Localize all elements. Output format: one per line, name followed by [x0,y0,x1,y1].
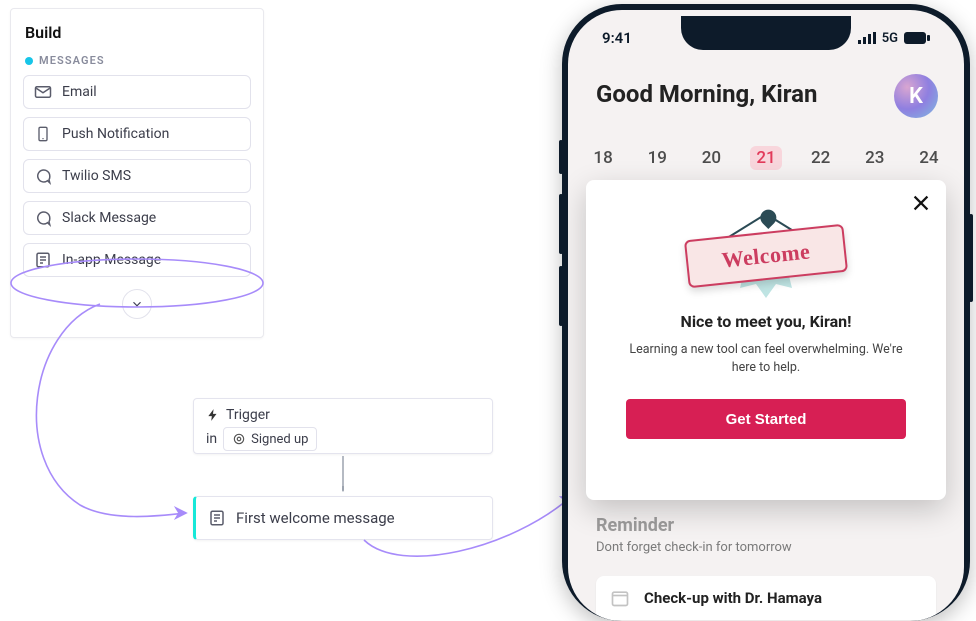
connector-line [342,456,344,494]
date-21-selected[interactable]: 21 [750,146,781,170]
message-item-label: Email [62,84,97,100]
trigger-card[interactable]: Trigger in Signed up [193,398,493,454]
avatar-initial: K [909,84,923,109]
date-24[interactable]: 24 [914,148,944,170]
date-19[interactable]: 19 [642,148,672,170]
message-type-inapp[interactable]: In-app Message [23,243,251,277]
side-button-icon [559,140,563,174]
section-label-text: MESSAGES [39,54,105,67]
trigger-chip[interactable]: Signed up [223,427,317,451]
status-bar: 9:41 5G [568,26,964,50]
date-row: 18 19 20 21 22 23 24 [588,148,944,170]
close-icon [910,192,932,214]
side-button-icon [559,194,563,254]
trigger-line-2: in Signed up [206,427,480,451]
sign-text: Welcome [721,238,812,273]
side-button-icon [559,266,563,326]
node-label: First welcome message [236,509,395,527]
build-title: Build [25,23,251,42]
message-type-email[interactable]: Email [23,75,251,109]
message-item-label: Push Notification [62,126,169,142]
expand-more-button[interactable] [122,289,152,319]
signal-icon [858,32,876,44]
chat-icon [34,167,52,185]
trigger-prefix: in [206,431,217,447]
reminder-subtitle: Dont forget check-in for tomorrow [596,540,792,555]
cta-label: Get Started [726,411,807,428]
status-indicators: 5G [858,31,930,46]
date-20[interactable]: 20 [696,148,726,170]
get-started-button[interactable]: Get Started [626,399,906,439]
greeting-text: Good Morning, Kiran [596,80,817,108]
status-network: 5G [882,31,898,46]
doc-icon [208,509,226,527]
envelope-icon [34,83,52,101]
trigger-label: Trigger [226,407,270,423]
avatar[interactable]: K [894,74,938,118]
message-type-push[interactable]: Push Notification [23,117,251,151]
sign-board: Welcome [684,224,848,288]
calendar-icon [610,588,630,608]
phone-screen: 9:41 5G Good Morning, Kiran K 18 19 20 2… [568,10,964,621]
welcome-sign: Welcome [686,198,846,290]
message-type-twilio[interactable]: Twilio SMS [23,159,251,193]
date-18[interactable]: 18 [588,148,618,170]
date-22[interactable]: 22 [806,148,836,170]
message-item-label: Slack Message [62,210,156,226]
section-dot-icon [25,57,33,65]
trigger-chip-label: Signed up [251,432,308,447]
node-first-welcome[interactable]: First welcome message [193,496,493,540]
battery-icon [904,32,930,44]
trigger-line-1: Trigger [206,407,480,423]
side-button-icon [969,214,973,302]
phone-icon [34,125,52,143]
build-panel: Build MESSAGES Email Push Notification T… [10,8,264,338]
overlay-body: Learning a new tool can feel overwhelmin… [616,341,916,377]
chat-icon [34,209,52,227]
checkup-card[interactable]: Check-up with Dr. Hamaya [596,576,936,620]
status-time: 9:41 [602,29,632,47]
message-type-slack[interactable]: Slack Message [23,201,251,235]
checkup-text: Check-up with Dr. Hamaya [644,589,822,607]
messages-list: Email Push Notification Twilio SMS Slack… [23,75,251,277]
bolt-icon [206,408,220,422]
reminder-title: Reminder [596,515,674,536]
date-23[interactable]: 23 [860,148,890,170]
message-item-label: In-app Message [62,252,161,268]
doc-icon [34,251,52,269]
message-item-label: Twilio SMS [62,168,131,184]
target-icon [232,432,246,446]
overlay-title: Nice to meet you, Kiran! [586,312,946,331]
chevron-down-icon [130,297,144,311]
welcome-overlay: Welcome Nice to meet you, Kiran! Learnin… [586,180,946,500]
messages-section-label: MESSAGES [25,54,251,67]
close-button[interactable] [910,192,932,214]
phone-mockup: 9:41 5G Good Morning, Kiran K 18 19 20 2… [562,4,970,621]
